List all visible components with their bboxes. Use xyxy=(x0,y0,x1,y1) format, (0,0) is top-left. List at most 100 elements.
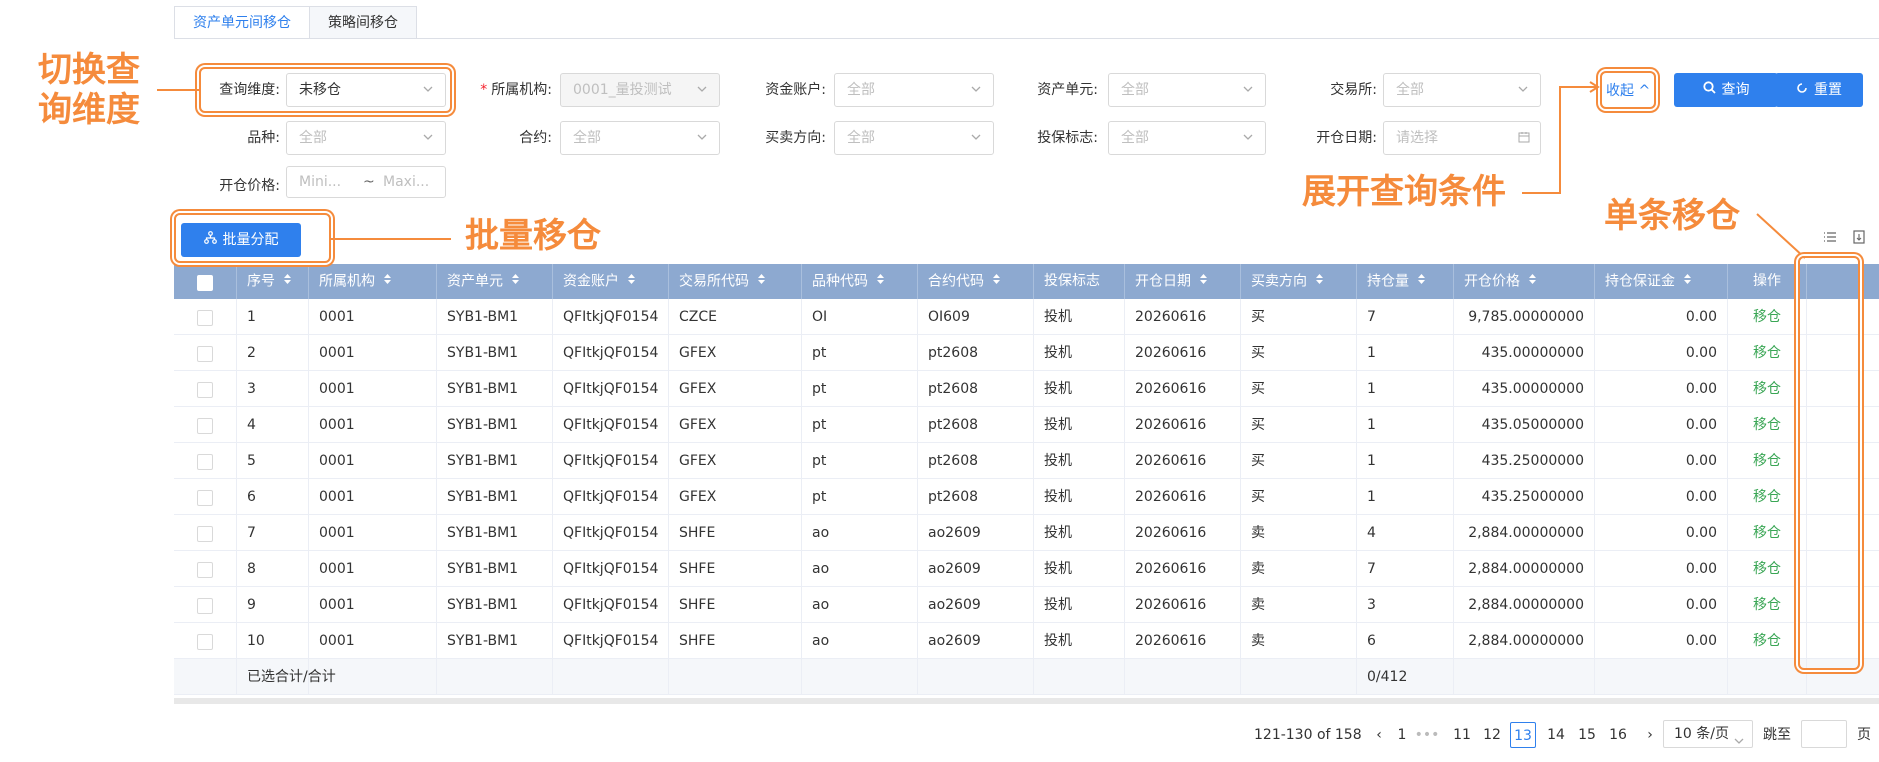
tab-asset-unit-transfer[interactable]: 资产单元间移仓 xyxy=(174,6,310,39)
variety-label: 品种: xyxy=(247,130,280,146)
contract-select[interactable]: 全部 xyxy=(560,121,720,155)
column-header-open-date[interactable]: 开仓日期 xyxy=(1125,264,1241,299)
move-position-link[interactable]: 移仓 xyxy=(1728,443,1807,479)
move-position-link[interactable]: 移仓 xyxy=(1728,551,1807,587)
page-number[interactable]: 11 xyxy=(1449,722,1475,748)
tab-strategy-transfer[interactable]: 策略间移仓 xyxy=(309,6,417,39)
reset-button[interactable]: 重置 xyxy=(1775,73,1863,107)
sort-icon[interactable] xyxy=(757,264,766,299)
horizontal-scrollbar[interactable] xyxy=(174,698,1879,704)
sort-icon[interactable] xyxy=(627,264,636,299)
select-all-checkbox[interactable] xyxy=(197,275,213,291)
open-price-min-input[interactable]: Mini... xyxy=(299,174,341,190)
move-position-link[interactable]: 移仓 xyxy=(1728,515,1807,551)
column-header-contract[interactable]: 合约代码 xyxy=(918,264,1034,299)
chevron-down-icon xyxy=(697,132,707,142)
cell-open-date: 20260616 xyxy=(1125,299,1241,335)
cell-seq: 3 xyxy=(237,371,309,407)
column-header-org[interactable]: 所属机构 xyxy=(309,264,437,299)
contract-placeholder: 全部 xyxy=(573,130,601,146)
summary-cell xyxy=(1728,659,1807,695)
page-number[interactable]: 12 xyxy=(1479,722,1505,748)
row-checkbox[interactable] xyxy=(197,382,213,398)
row-checkbox[interactable] xyxy=(197,490,213,506)
cell-margin: 0.00 xyxy=(1595,623,1728,659)
sort-icon[interactable] xyxy=(992,264,1001,299)
page-size-select[interactable]: 10 条/页 xyxy=(1663,720,1753,748)
sort-icon[interactable] xyxy=(876,264,885,299)
sort-icon[interactable] xyxy=(1528,264,1537,299)
export-icon[interactable] xyxy=(1852,230,1866,248)
hedge-select[interactable]: 全部 xyxy=(1108,121,1266,155)
required-mark: * xyxy=(480,82,488,98)
page-number[interactable]: 15 xyxy=(1574,722,1600,748)
page-number[interactable]: 16 xyxy=(1605,722,1631,748)
row-checkbox[interactable] xyxy=(197,418,213,434)
hedge-label: 投保标志: xyxy=(1037,130,1098,146)
cell-variety: ao xyxy=(802,551,918,587)
move-position-link[interactable]: 移仓 xyxy=(1728,479,1807,515)
move-position-link[interactable]: 移仓 xyxy=(1728,407,1807,443)
fund-account-select[interactable]: 全部 xyxy=(834,73,994,107)
column-header-hedge: 投保标志 xyxy=(1034,264,1125,299)
column-header-asset-unit[interactable]: 资产单元 xyxy=(437,264,553,299)
sort-icon[interactable] xyxy=(1417,264,1426,299)
row-checkbox[interactable] xyxy=(197,526,213,542)
column-header-open-price[interactable]: 开仓价格 xyxy=(1454,264,1595,299)
move-position-link[interactable]: 移仓 xyxy=(1728,335,1807,371)
range-separator: ~ xyxy=(363,174,375,190)
row-checkbox[interactable] xyxy=(197,562,213,578)
cell-open-date: 20260616 xyxy=(1125,587,1241,623)
move-position-link[interactable]: 移仓 xyxy=(1728,587,1807,623)
page-number[interactable]: 14 xyxy=(1543,722,1569,748)
column-header-exchange[interactable]: 交易所代码 xyxy=(669,264,802,299)
sort-icon[interactable] xyxy=(1315,264,1324,299)
page-first[interactable]: 1 xyxy=(1389,722,1415,748)
column-header-fund-account[interactable]: 资金账户 xyxy=(553,264,669,299)
variety-select[interactable]: 全部 xyxy=(286,121,446,155)
cell-org: 0001 xyxy=(309,623,437,659)
annotation-expand-conditions: 展开查询条件 xyxy=(1302,172,1506,212)
column-header-volume[interactable]: 持仓量 xyxy=(1357,264,1454,299)
cell-asset-unit: SYB1-BM1 xyxy=(437,479,553,515)
page-ellipsis[interactable]: ••• xyxy=(1414,722,1440,748)
cell-direction: 买 xyxy=(1241,407,1357,443)
column-header-variety[interactable]: 品种代码 xyxy=(802,264,918,299)
column-settings-icon[interactable] xyxy=(1823,230,1837,248)
cell-seq: 1 xyxy=(237,299,309,335)
cell-org: 0001 xyxy=(309,479,437,515)
query-button[interactable]: 查询 xyxy=(1674,73,1778,107)
move-position-link[interactable]: 移仓 xyxy=(1728,623,1807,659)
sort-icon[interactable] xyxy=(511,264,520,299)
sort-icon[interactable] xyxy=(1199,264,1208,299)
move-position-link[interactable]: 移仓 xyxy=(1728,299,1807,335)
next-page-button[interactable]: › xyxy=(1637,722,1663,748)
table-row: 1 0001 SYB1-BM1 QFItkjQF0154 CZCE OI OI609 投机 20… xyxy=(174,299,1879,335)
jump-page-input[interactable] xyxy=(1801,720,1847,748)
move-position-link[interactable]: 移仓 xyxy=(1728,371,1807,407)
column-header-margin[interactable]: 持仓保证金 xyxy=(1595,264,1728,299)
open-date-picker[interactable]: 请选择 xyxy=(1383,121,1541,155)
sort-icon[interactable] xyxy=(283,264,292,299)
open-price-label: 开仓价格: xyxy=(219,178,280,194)
direction-select[interactable]: 全部 xyxy=(834,121,994,155)
asset-unit-select[interactable]: 全部 xyxy=(1108,73,1266,107)
row-checkbox[interactable] xyxy=(197,634,213,650)
row-checkbox[interactable] xyxy=(197,454,213,470)
org-value: 0001_量投测试 xyxy=(573,82,672,98)
row-checkbox[interactable] xyxy=(197,310,213,326)
column-header-direction[interactable]: 买卖方向 xyxy=(1241,264,1357,299)
column-header-label: 序号 xyxy=(247,273,275,290)
page-number[interactable]: 13 xyxy=(1510,722,1536,748)
row-checkbox[interactable] xyxy=(197,598,213,614)
cell-seq: 7 xyxy=(237,515,309,551)
sort-icon[interactable] xyxy=(383,264,392,299)
annotation-batch-move: 批量移仓 xyxy=(465,216,601,256)
open-price-max-input[interactable]: Maxi... xyxy=(383,167,429,197)
summary-cell xyxy=(437,659,553,695)
row-checkbox[interactable] xyxy=(197,346,213,362)
exchange-select[interactable]: 全部 xyxy=(1383,73,1541,107)
column-header-seq[interactable]: 序号 xyxy=(237,264,309,299)
sort-icon[interactable] xyxy=(1683,264,1692,299)
cell-asset-unit: SYB1-BM1 xyxy=(437,515,553,551)
